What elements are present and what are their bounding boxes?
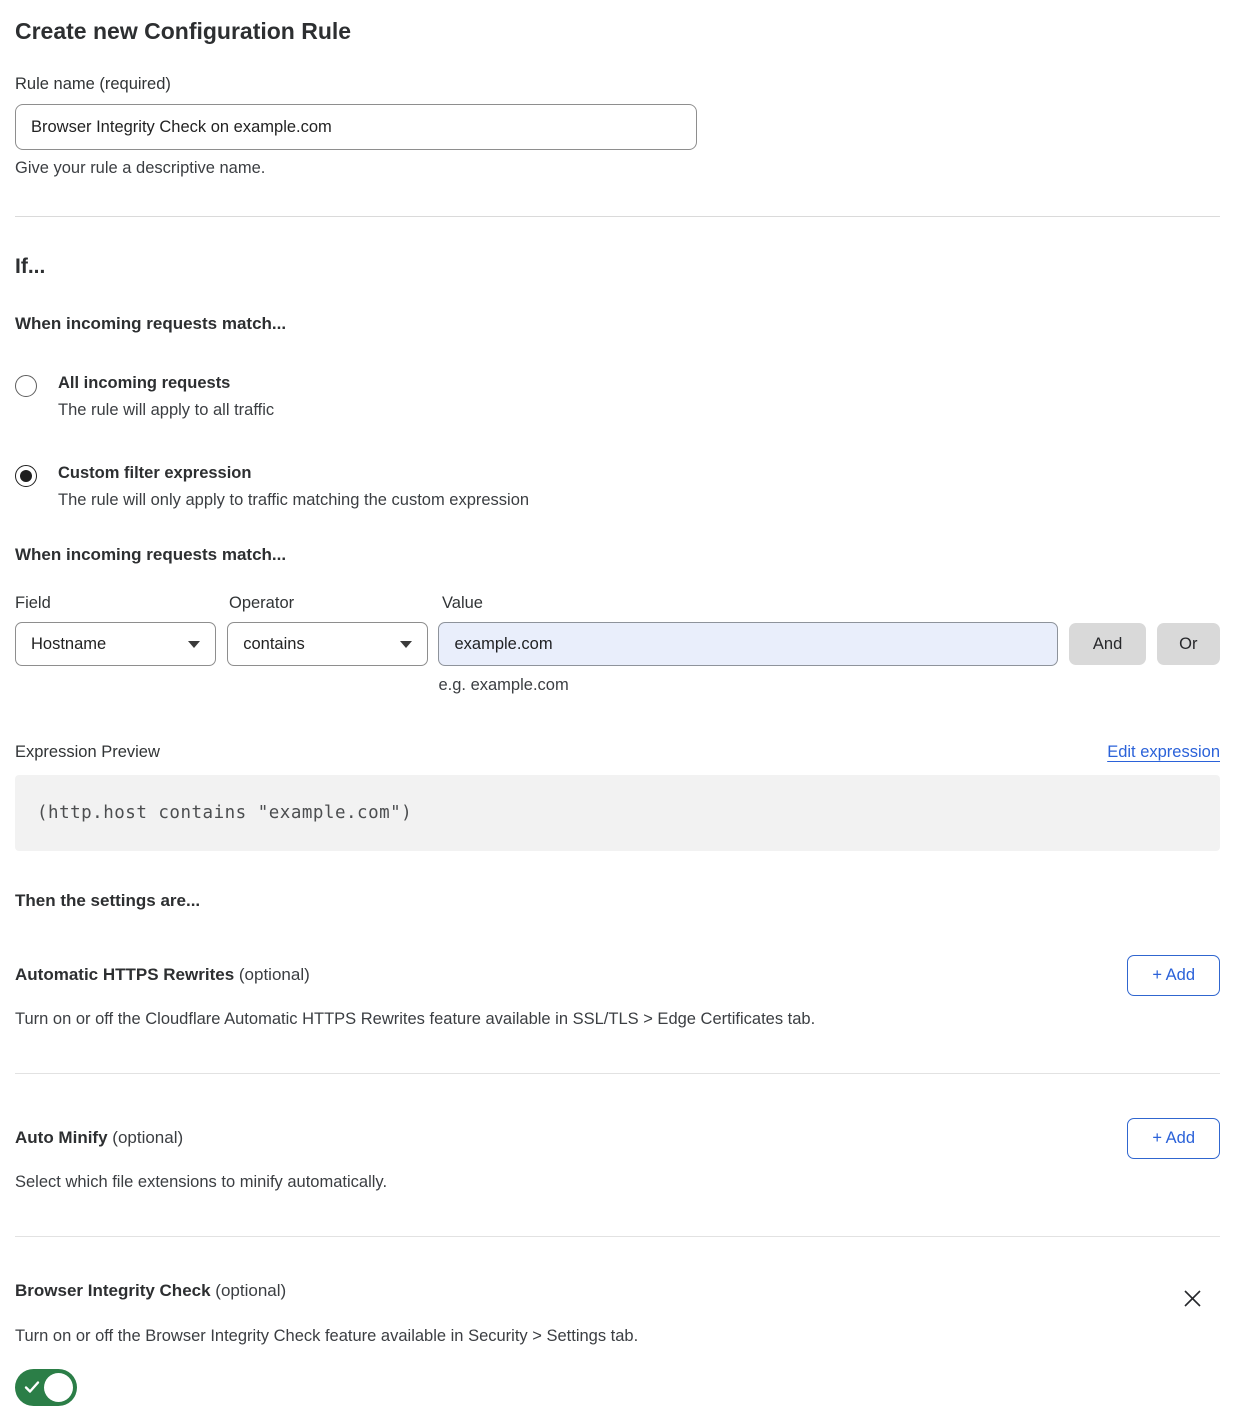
operator-column-label: Operator	[229, 594, 442, 613]
and-button[interactable]: And	[1069, 623, 1145, 665]
setting-browser-integrity-check: Browser Integrity Check (optional) Turn …	[15, 1281, 1220, 1427]
close-icon	[1181, 1287, 1204, 1310]
setting-description: Select which file extensions to minify a…	[15, 1173, 1220, 1192]
chevron-down-icon	[188, 641, 200, 648]
value-column-label: Value	[442, 594, 1067, 613]
section-divider	[15, 1236, 1220, 1237]
rule-name-label: Rule name (required)	[15, 75, 1220, 94]
value-help: e.g. example.com	[438, 676, 1058, 695]
if-heading: If...	[15, 255, 1220, 279]
remove-setting-button[interactable]	[1177, 1283, 1208, 1314]
optional-tag: (optional)	[215, 1281, 286, 1300]
match-heading: When incoming requests match...	[15, 314, 1220, 334]
optional-tag: (optional)	[239, 965, 310, 984]
builder-heading: When incoming requests match...	[15, 545, 1220, 565]
edit-expression-link[interactable]: Edit expression	[1107, 743, 1220, 762]
radio-label[interactable]: Custom filter expression	[58, 464, 529, 483]
field-select[interactable]: Hostname	[15, 622, 216, 666]
rule-name-input[interactable]	[15, 104, 697, 150]
then-heading: Then the settings are...	[15, 891, 1220, 911]
section-divider	[15, 216, 1220, 217]
radio-all-incoming-requests[interactable]	[15, 375, 37, 397]
builder-column-labels: Field Operator Value	[15, 594, 1220, 613]
option-custom-filter-expression[interactable]: Custom filter expression The rule will o…	[15, 464, 1220, 510]
optional-tag: (optional)	[112, 1128, 183, 1147]
radio-description: The rule will only apply to traffic matc…	[58, 491, 529, 510]
browser-integrity-toggle[interactable]	[15, 1369, 77, 1406]
field-select-value: Hostname	[31, 635, 106, 654]
expression-builder-row: Hostname contains e.g. example.com And O…	[15, 622, 1220, 695]
rule-name-help: Give your rule a descriptive name.	[15, 159, 1220, 178]
setting-title: Browser Integrity Check (optional)	[15, 1281, 286, 1301]
toggle-knob	[44, 1373, 73, 1402]
or-button[interactable]: Or	[1157, 623, 1220, 665]
check-icon	[23, 1378, 41, 1396]
operator-select-value: contains	[243, 635, 304, 654]
setting-automatic-https-rewrites: Automatic HTTPS Rewrites (optional) + Ad…	[15, 955, 1220, 1029]
radio-description: The rule will apply to all traffic	[58, 401, 274, 420]
operator-select[interactable]: contains	[227, 622, 428, 666]
page-title: Create new Configuration Rule	[15, 18, 1220, 45]
add-automatic-https-rewrites-button[interactable]: + Add	[1127, 955, 1220, 996]
option-all-incoming-requests[interactable]: All incoming requests The rule will appl…	[15, 374, 1220, 420]
chevron-down-icon	[400, 641, 412, 648]
expression-preview-label: Expression Preview	[15, 743, 160, 762]
setting-auto-minify: Auto Minify (optional) + Add Select whic…	[15, 1118, 1220, 1192]
setting-description: Turn on or off the Cloudflare Automatic …	[15, 1010, 1220, 1029]
value-input[interactable]	[438, 622, 1058, 666]
setting-description: Turn on or off the Browser Integrity Che…	[15, 1327, 1220, 1346]
section-divider	[15, 1073, 1220, 1074]
field-column-label: Field	[15, 594, 229, 613]
expression-preview-code: (http.host contains "example.com")	[15, 775, 1220, 851]
radio-custom-filter-expression[interactable]	[15, 465, 37, 487]
radio-label[interactable]: All incoming requests	[58, 374, 274, 393]
add-auto-minify-button[interactable]: + Add	[1127, 1118, 1220, 1159]
setting-title: Automatic HTTPS Rewrites (optional)	[15, 955, 310, 985]
create-configuration-rule-page: Create new Configuration Rule Rule name …	[0, 0, 1237, 1427]
setting-title: Auto Minify (optional)	[15, 1118, 183, 1148]
